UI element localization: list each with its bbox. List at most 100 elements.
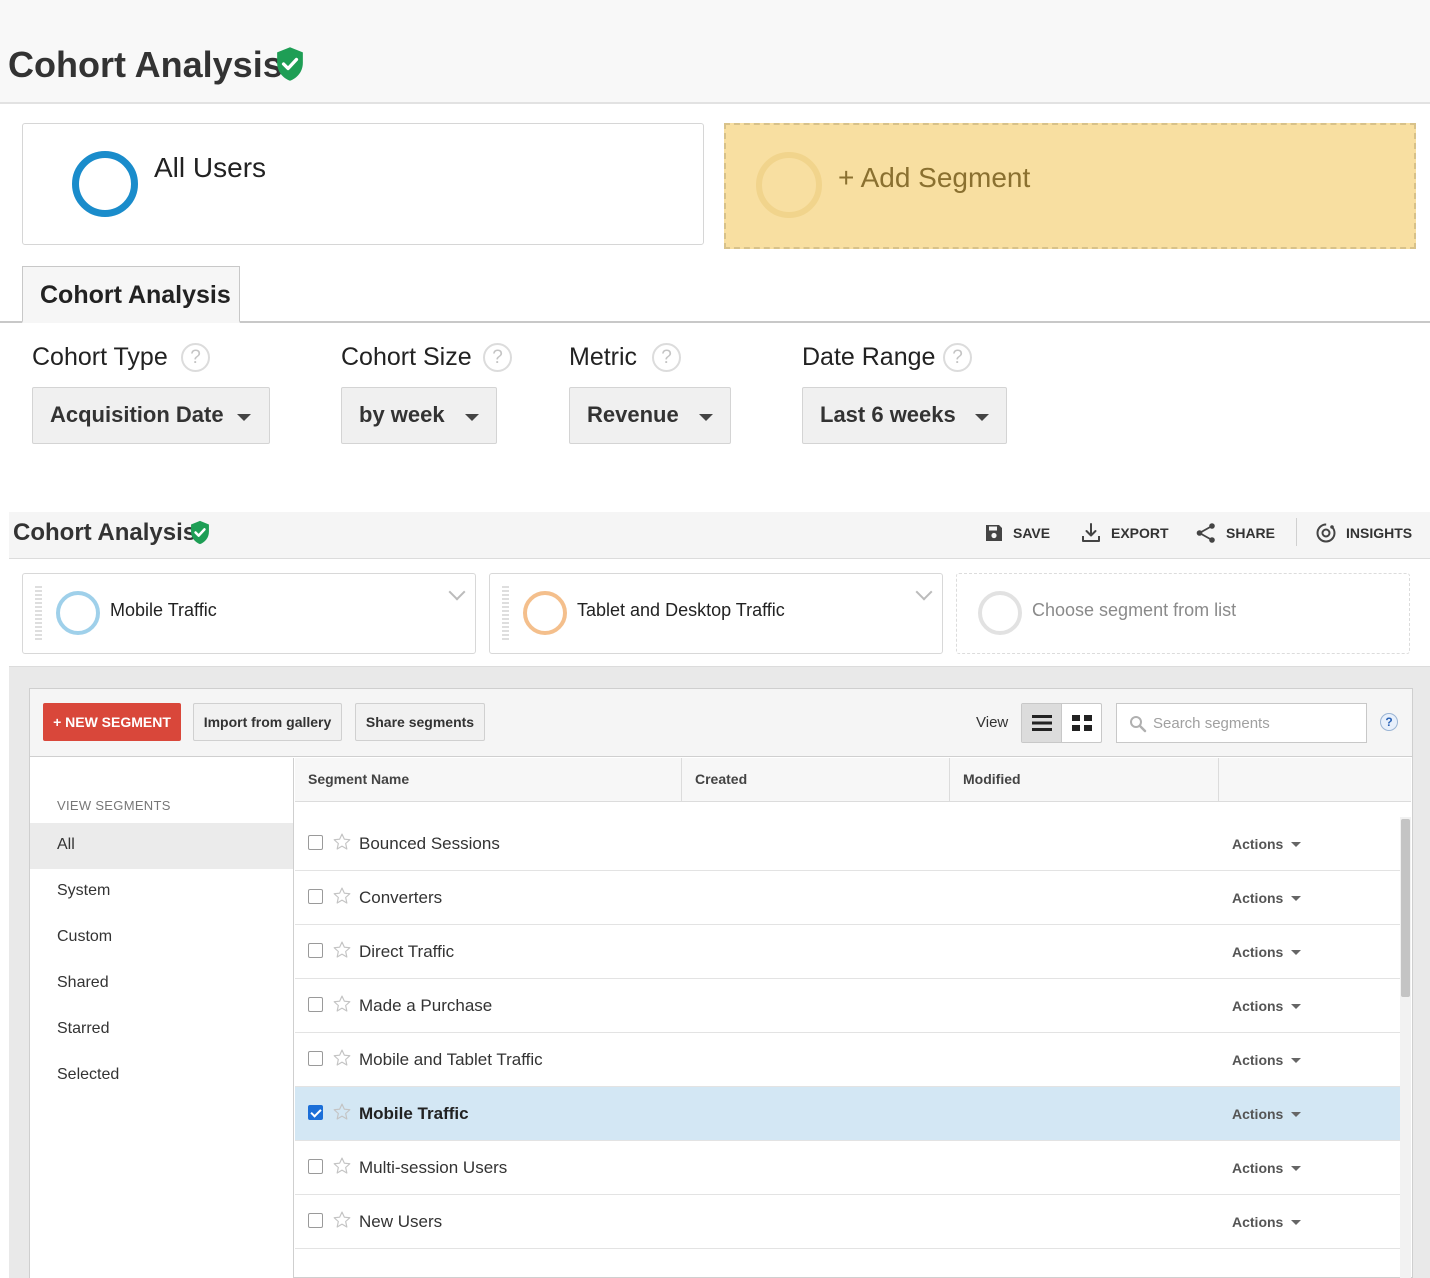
empty-segment-ring bbox=[978, 591, 1022, 635]
table-row[interactable]: Bounced Sessions Actions bbox=[295, 817, 1400, 871]
table-row[interactable]: Made a Purchase Actions bbox=[295, 979, 1400, 1033]
sidebar-item-system[interactable]: System bbox=[30, 869, 293, 915]
star-icon[interactable] bbox=[332, 886, 352, 906]
new-segment-button[interactable]: + NEW SEGMENT bbox=[43, 703, 181, 741]
sidebar-item-all[interactable]: All bbox=[30, 823, 293, 869]
drag-handle-icon[interactable] bbox=[502, 586, 509, 642]
date-range-help-icon[interactable]: ? bbox=[943, 343, 972, 372]
cohort-type-label: Cohort Type bbox=[32, 343, 168, 371]
help-icon[interactable]: ? bbox=[1380, 713, 1398, 731]
star-icon[interactable] bbox=[332, 1048, 352, 1068]
row-checkbox[interactable] bbox=[308, 889, 323, 904]
report-title: Cohort Analysis bbox=[13, 519, 197, 546]
actions-menu[interactable]: Actions bbox=[1232, 1052, 1283, 1068]
sidebar-item-selected[interactable]: Selected bbox=[30, 1053, 293, 1099]
table-row[interactable]: Mobile and Tablet Traffic Actions bbox=[295, 1033, 1400, 1087]
chevron-down-icon[interactable] bbox=[915, 583, 933, 601]
metric-select[interactable]: Revenue bbox=[569, 387, 731, 444]
table-row[interactable]: Multi-session Users Actions bbox=[295, 1141, 1400, 1195]
tab-cohort-analysis[interactable]: Cohort Analysis bbox=[22, 266, 240, 323]
caret-down-icon[interactable] bbox=[1291, 1166, 1301, 1171]
cohort-size-help-icon[interactable]: ? bbox=[483, 343, 512, 372]
share-button[interactable]: SHARE bbox=[1195, 521, 1275, 545]
add-segment-button[interactable] bbox=[724, 123, 1416, 249]
select-value: Revenue bbox=[587, 402, 679, 427]
metric-help-icon[interactable]: ? bbox=[652, 343, 681, 372]
caret-down-icon[interactable] bbox=[1291, 1220, 1301, 1225]
share-segments-button[interactable]: Share segments bbox=[355, 703, 485, 741]
date-range-select[interactable]: Last 6 weeks bbox=[802, 387, 1007, 444]
choose-segment-slot[interactable]: Choose segment from list bbox=[956, 573, 1410, 654]
segment-name: Mobile Traffic bbox=[110, 600, 217, 620]
actions-menu[interactable]: Actions bbox=[1232, 998, 1283, 1014]
caret-down-icon bbox=[975, 414, 989, 421]
drag-handle-icon[interactable] bbox=[35, 586, 42, 642]
chevron-down-icon[interactable] bbox=[448, 583, 466, 601]
cohort-type-help-icon[interactable]: ? bbox=[181, 343, 210, 372]
actions-menu[interactable]: Actions bbox=[1232, 890, 1283, 906]
cohort-size-select[interactable]: by week bbox=[341, 387, 497, 444]
share-icon bbox=[1196, 523, 1215, 543]
table-row[interactable]: New Users Actions bbox=[295, 1195, 1400, 1249]
caret-down-icon[interactable] bbox=[1291, 950, 1301, 955]
save-button[interactable]: SAVE bbox=[984, 521, 1050, 545]
sidebar-item-custom[interactable]: Custom bbox=[30, 915, 293, 961]
caret-down-icon[interactable] bbox=[1291, 1004, 1301, 1009]
search-segments-field[interactable] bbox=[1116, 703, 1367, 743]
import-from-gallery-button[interactable]: Import from gallery bbox=[193, 703, 342, 741]
star-icon[interactable] bbox=[332, 1156, 352, 1176]
row-checkbox[interactable] bbox=[308, 1159, 323, 1174]
caret-down-icon[interactable] bbox=[1291, 1112, 1301, 1117]
select-value: Acquisition Date bbox=[50, 402, 224, 427]
actions-menu[interactable]: Actions bbox=[1232, 1214, 1283, 1230]
caret-down-icon bbox=[699, 414, 713, 421]
cohort-type-select[interactable]: Acquisition Date bbox=[32, 387, 270, 444]
table-row[interactable]: Direct Traffic Actions bbox=[295, 925, 1400, 979]
sidebar-item-starred[interactable]: Starred bbox=[30, 1007, 293, 1053]
column-divider bbox=[681, 758, 682, 802]
caret-down-icon[interactable] bbox=[1291, 1058, 1301, 1063]
row-checkbox[interactable] bbox=[308, 1105, 323, 1120]
row-checkbox[interactable] bbox=[308, 835, 323, 850]
export-button[interactable]: EXPORT bbox=[1080, 521, 1169, 545]
row-checkbox[interactable] bbox=[308, 997, 323, 1012]
table-row[interactable]: Mobile Traffic Actions bbox=[295, 1087, 1400, 1141]
actions-menu[interactable]: Actions bbox=[1232, 944, 1283, 960]
segment-card-tablet-desktop[interactable]: Tablet and Desktop Traffic bbox=[489, 573, 943, 654]
column-header-modified[interactable]: Modified bbox=[963, 771, 1021, 787]
grid-view-button[interactable] bbox=[1062, 704, 1102, 742]
star-icon[interactable] bbox=[332, 940, 352, 960]
actions-menu[interactable]: Actions bbox=[1232, 1106, 1283, 1122]
star-icon[interactable] bbox=[332, 832, 352, 852]
insights-icon bbox=[1316, 523, 1336, 543]
row-checkbox[interactable] bbox=[308, 1051, 323, 1066]
star-icon[interactable] bbox=[332, 994, 352, 1014]
star-icon[interactable] bbox=[332, 1102, 352, 1122]
table-row[interactable]: Converters Actions bbox=[295, 871, 1400, 925]
segment-name: Mobile Traffic bbox=[359, 1104, 469, 1123]
column-header-created[interactable]: Created bbox=[695, 771, 747, 787]
list-view-button[interactable] bbox=[1022, 704, 1062, 742]
export-label: EXPORT bbox=[1111, 525, 1169, 541]
caret-down-icon[interactable] bbox=[1291, 842, 1301, 847]
share-label: SHARE bbox=[1226, 525, 1276, 541]
table-header bbox=[295, 758, 1411, 802]
verified-shield-icon bbox=[191, 520, 209, 545]
row-checkbox[interactable] bbox=[308, 943, 323, 958]
star-icon[interactable] bbox=[332, 1210, 352, 1230]
column-header-segment-name[interactable]: Segment Name bbox=[308, 771, 409, 787]
sidebar-item-label: All bbox=[57, 836, 75, 853]
sidebar-item-label: Starred bbox=[57, 1020, 110, 1037]
sidebar-item-shared[interactable]: Shared bbox=[30, 961, 293, 1007]
actions-menu[interactable]: Actions bbox=[1232, 1160, 1283, 1176]
select-value: by week bbox=[359, 402, 445, 427]
segment-card-mobile-traffic[interactable]: Mobile Traffic bbox=[22, 573, 476, 654]
caret-down-icon[interactable] bbox=[1291, 896, 1301, 901]
insights-button[interactable]: INSIGHTS bbox=[1315, 521, 1412, 545]
row-checkbox[interactable] bbox=[308, 1213, 323, 1228]
scrollbar-thumb[interactable] bbox=[1401, 819, 1410, 997]
download-icon bbox=[1082, 523, 1100, 542]
segment-name: Multi-session Users bbox=[359, 1158, 508, 1177]
actions-menu[interactable]: Actions bbox=[1232, 836, 1283, 852]
search-segments-input[interactable] bbox=[1153, 712, 1353, 734]
